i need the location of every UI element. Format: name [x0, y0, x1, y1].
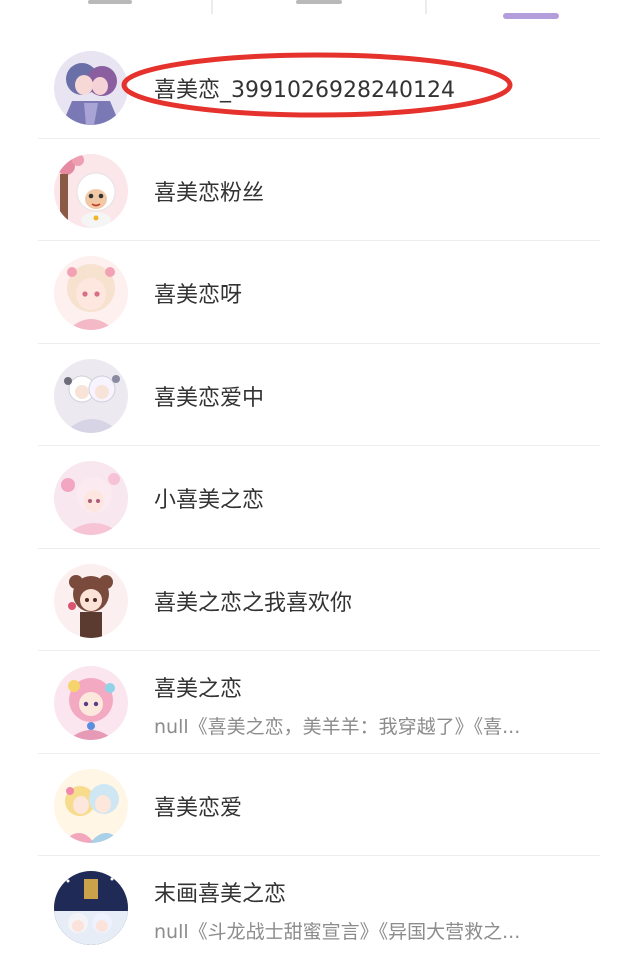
list-item[interactable]: 喜美之恋之我喜欢你 — [0, 549, 640, 651]
tab-separator — [425, 0, 427, 14]
pleasant-goat-avatar-icon — [54, 153, 128, 228]
user-name: 喜美恋粉丝 — [154, 180, 265, 206]
user-name: 喜美恋爱中 — [154, 385, 265, 411]
tab-2[interactable] — [296, 0, 342, 4]
list-item[interactable]: 喜美恋爱 — [0, 754, 640, 856]
anime-couple-avatar-icon — [54, 51, 128, 125]
anime-girl-flowers-avatar-icon — [54, 461, 128, 535]
avatar[interactable] — [54, 768, 128, 843]
user-works-subtitle: null《斗龙战士甜蜜宣言》《异国大营救之... — [154, 921, 521, 943]
user-name: 小喜美之恋 — [154, 488, 265, 513]
avatar[interactable] — [54, 871, 128, 945]
anime-girl-pink-avatar-icon — [54, 256, 128, 330]
list-item[interactable]: 小喜美之恋 — [0, 446, 640, 549]
user-name: 喜美恋呀 — [154, 283, 243, 308]
user-name: 喜美之恋之我喜欢你 — [154, 590, 353, 616]
avatar[interactable] — [54, 666, 128, 740]
user-works-subtitle: null《喜美之恋，美羊羊：我穿越了》《喜... — [154, 716, 521, 738]
tab-separator — [211, 0, 213, 14]
list-item[interactable]: 喜美恋爱中 — [0, 344, 640, 446]
avatar[interactable] — [54, 563, 128, 638]
avatar[interactable] — [54, 51, 128, 125]
user-name: 末画喜美之恋 — [154, 882, 287, 907]
tab-1[interactable] — [88, 0, 132, 4]
list-item[interactable]: 喜美恋呀 — [0, 241, 640, 344]
anime-couple-yellow-avatar-icon — [54, 768, 128, 843]
avatar[interactable] — [54, 358, 128, 433]
anime-colorful-avatar-icon — [54, 666, 128, 740]
anime-brown-hair-avatar-icon — [54, 563, 128, 638]
user-name: 喜美之恋 — [154, 677, 243, 702]
user-name: 喜美恋_3991026928240124 — [154, 78, 455, 103]
tab-bar — [0, 0, 640, 24]
avatar[interactable] — [54, 256, 128, 330]
list-item[interactable]: 喜美恋_3991026928240124 — [0, 36, 640, 139]
active-tab-indicator — [503, 13, 559, 19]
user-name: 喜美恋爱 — [154, 795, 243, 821]
avatar[interactable] — [54, 461, 128, 535]
list-item[interactable]: 末画喜美之恋 null《斗龙战士甜蜜宣言》《异国大营救之... — [0, 856, 640, 959]
list-item[interactable]: 喜美恋粉丝 — [0, 139, 640, 241]
anime-sheep-pair-avatar-icon — [54, 358, 128, 433]
avatar[interactable] — [54, 153, 128, 228]
anime-night-avatar-icon — [54, 871, 128, 945]
list-item[interactable]: 喜美之恋 null《喜美之恋，美羊羊：我穿越了》《喜... — [0, 651, 640, 754]
user-result-list: 喜美恋_3991026928240124 喜美恋粉丝 喜美恋呀 喜美恋爱中 小喜… — [0, 36, 640, 959]
